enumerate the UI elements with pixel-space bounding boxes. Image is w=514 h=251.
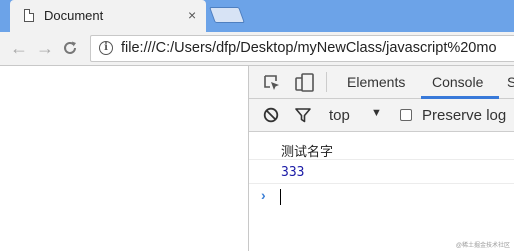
reload-icon[interactable]: [62, 38, 78, 60]
inspect-element-icon[interactable]: [263, 74, 281, 97]
prompt-icon: ›: [261, 187, 266, 203]
console-toolbar: top ▼ Preserve log: [249, 99, 514, 132]
browser-toolbar: ← → i file:///C:/Users/dfp/Desktop/myNew…: [0, 32, 514, 66]
watermark: @稀土掘金技术社区: [455, 243, 510, 249]
page-icon: [24, 9, 34, 22]
tab-sources[interactable]: S: [507, 74, 514, 90]
address-bar[interactable]: i file:///C:/Users/dfp/Desktop/myNewClas…: [90, 35, 514, 62]
clear-console-icon[interactable]: [263, 107, 279, 128]
forward-icon[interactable]: →: [36, 38, 54, 58]
preserve-log-checkbox[interactable]: [400, 109, 412, 121]
toolbar-divider: [326, 72, 327, 92]
tab-elements[interactable]: Elements: [347, 74, 405, 90]
chevron-down-icon[interactable]: ▼: [371, 107, 382, 119]
console-input[interactable]: [280, 189, 281, 205]
preserve-log-label[interactable]: Preserve log: [422, 107, 506, 124]
url-text: file:///C:/Users/dfp/Desktop/myNewClass/…: [121, 40, 497, 56]
tab-console[interactable]: Console: [432, 74, 483, 90]
console-log-line: 测试名字: [249, 136, 514, 160]
filter-icon[interactable]: [295, 108, 311, 128]
devtools-tabbar: Elements Console S: [249, 66, 514, 99]
tab-document[interactable]: Document ×: [10, 0, 206, 32]
close-icon[interactable]: ×: [188, 7, 196, 23]
back-icon[interactable]: ←: [10, 38, 28, 58]
console-message: 测试名字: [281, 145, 334, 160]
new-tab-button[interactable]: [209, 7, 245, 23]
console-result-line: 333: [249, 160, 514, 184]
console-result: 333: [281, 165, 305, 180]
tab-strip: Document ×: [0, 0, 514, 32]
info-icon[interactable]: i: [99, 41, 113, 55]
context-selector[interactable]: top: [329, 107, 350, 124]
tab-title: Document: [44, 8, 104, 23]
page-content: [0, 66, 248, 251]
device-toolbar-icon[interactable]: [295, 73, 315, 98]
devtools-panel: Elements Console S top ▼ Preserve log 测试…: [248, 66, 514, 251]
